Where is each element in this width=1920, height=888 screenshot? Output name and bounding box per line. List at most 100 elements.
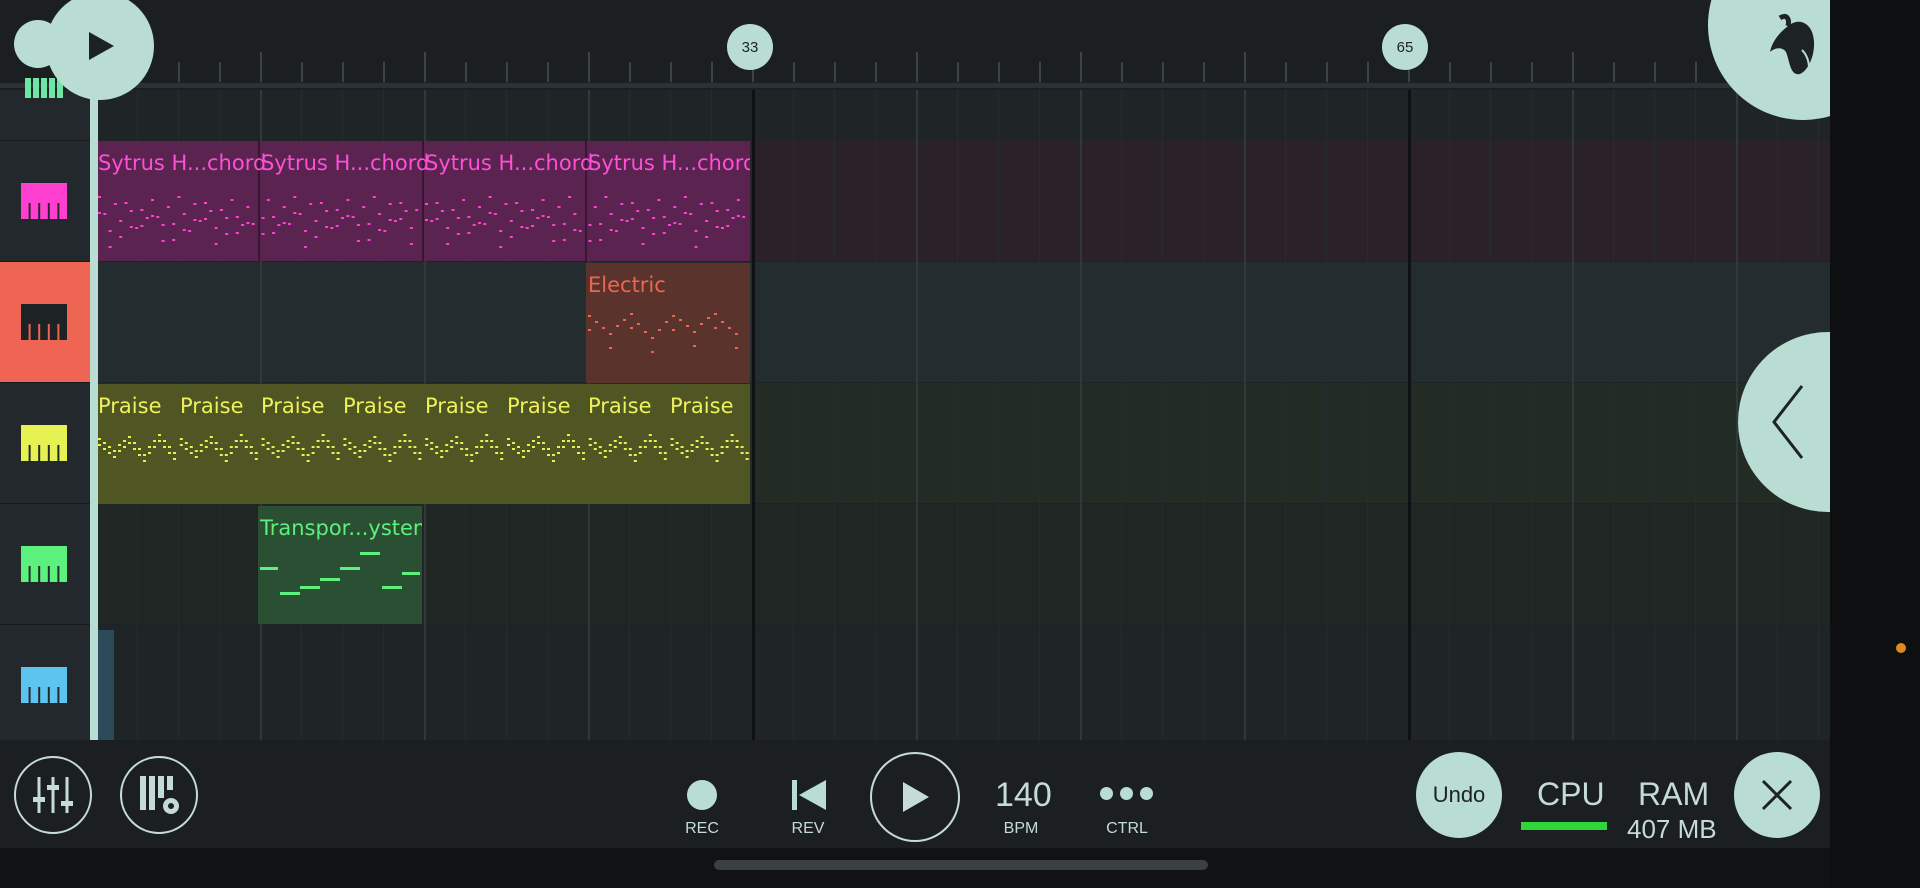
track-button-5[interactable] [0, 504, 90, 625]
grid-line [834, 90, 835, 740]
undo-button[interactable]: Undo [1416, 752, 1502, 838]
piano-icon [21, 304, 67, 340]
lane-6[interactable] [96, 625, 1830, 740]
timeline-tick [1080, 52, 1082, 82]
timeline-tick [260, 52, 262, 82]
undo-label: Undo [1432, 782, 1486, 807]
grid-line [1449, 90, 1450, 740]
grid-line [1613, 90, 1614, 740]
clip-label-praise-5: Praise [425, 394, 489, 418]
grid-line [1121, 90, 1122, 740]
electric-clip[interactable]: Electric [586, 263, 750, 383]
track-button-2[interactable] [0, 141, 90, 262]
clip-label-praise-8: Praise [670, 394, 734, 418]
grid-line [1408, 90, 1411, 740]
bottom-toolbar: REC REV 140 BPM CTRL Undo CPU RAM 407 MB [0, 740, 1830, 848]
timeline-marker-33[interactable]: 33 [727, 24, 773, 70]
fruit-logo-icon [1770, 13, 1815, 79]
timeline-tick [424, 52, 426, 82]
timeline-tick [834, 62, 836, 82]
timeline-ruler[interactable]: 33 65 [0, 0, 1830, 90]
grid-line [875, 90, 876, 740]
grid-line [1162, 90, 1163, 740]
timeline-tick [1039, 62, 1041, 82]
chevron-left-icon [1772, 385, 1804, 459]
piano-settings-icon [140, 776, 179, 814]
play-icon [89, 32, 114, 60]
clip-label-sytrus-2: Sytrus H...chord [261, 151, 430, 175]
timeline-tick [383, 62, 385, 82]
playhead[interactable] [90, 70, 98, 740]
timeline-marker-65[interactable]: 65 [1382, 24, 1428, 70]
clip-label-sytrus-1: Sytrus H...chord [98, 151, 267, 175]
praise-clip-group[interactable]: Praise Praise Praise Praise Praise Prais… [96, 384, 750, 504]
screen-edge [1830, 0, 1920, 888]
grid-line [1367, 90, 1368, 740]
home-indicator[interactable] [714, 860, 1208, 870]
rec-label: REC [685, 820, 719, 837]
lane-scroll-indicator [98, 630, 114, 740]
playlist-window: 33 65 Sytrus H...chord Sytrus H...chord … [0, 0, 1830, 888]
transport-play-button[interactable] [870, 752, 960, 842]
bpm-label: BPM [1003, 820, 1039, 837]
timeline-tick [301, 62, 303, 82]
channel-rack-settings-button[interactable] [120, 756, 198, 834]
piano-icon [21, 546, 67, 582]
timeline-tick [1613, 62, 1615, 82]
timeline-tick [1531, 62, 1533, 82]
clip-label-praise-1: Praise [98, 394, 162, 418]
timeline-baseline [0, 83, 1830, 88]
transport-clip[interactable]: Transpor...ystem [258, 506, 422, 624]
timeline-tick [1203, 62, 1205, 82]
clip-label-sytrus-4: Sytrus H...chord [588, 151, 750, 175]
timeline-tick [1695, 62, 1697, 82]
clip-label-praise-2: Praise [180, 394, 244, 418]
grid-line [1531, 90, 1532, 740]
grid-line [1285, 90, 1286, 740]
timeline-tick [916, 52, 918, 82]
grid-line [1572, 90, 1574, 740]
timeline-tick [629, 62, 631, 82]
timeline-tick [1654, 62, 1656, 82]
sytrus-clip-group[interactable]: Sytrus H...chord Sytrus H...chord Sytrus… [96, 141, 750, 261]
grid-line [1244, 90, 1246, 740]
clip-label-praise-4: Praise [343, 394, 407, 418]
close-icon [1761, 779, 1793, 811]
clip-label-praise-3: Praise [261, 394, 325, 418]
cpu-label: CPU [1537, 776, 1605, 812]
timeline-tick [219, 62, 221, 82]
grid-line [1490, 90, 1491, 740]
track-button-3-selected[interactable] [0, 262, 90, 383]
rewind-button[interactable] [790, 778, 828, 812]
close-button[interactable] [1734, 752, 1820, 838]
timeline-tick [1449, 62, 1451, 82]
grid-line [1654, 90, 1655, 740]
mixer-button[interactable] [14, 756, 92, 834]
ctrl-label: CTRL [1106, 820, 1148, 837]
bpm-value[interactable]: 140 [995, 776, 1052, 815]
play-icon [903, 782, 929, 812]
record-button[interactable] [687, 780, 717, 810]
recording-indicator-dot [1896, 643, 1906, 653]
cpu-meter [1521, 822, 1607, 830]
timeline-tick [506, 62, 508, 82]
track-button-4[interactable] [0, 383, 90, 504]
mixer-sliders-icon [33, 777, 73, 813]
grid-line [793, 90, 794, 740]
lane-3[interactable] [96, 262, 1830, 382]
timeline-tick [1162, 62, 1164, 82]
grid-line [1080, 90, 1082, 740]
grid-line [1326, 90, 1327, 740]
timeline-tick [1326, 62, 1328, 82]
grid-line [1695, 90, 1696, 740]
timeline-tick [957, 62, 959, 82]
track-button-6[interactable] [0, 625, 90, 746]
timeline-tick [342, 62, 344, 82]
rev-label: REV [791, 820, 825, 837]
timeline-tick [1572, 52, 1574, 82]
timeline-tick [670, 62, 672, 82]
ram-label: RAM [1638, 776, 1710, 812]
clip-label-praise-6: Praise [507, 394, 571, 418]
timeline-tick [1285, 62, 1287, 82]
timeline-tick [547, 62, 549, 82]
